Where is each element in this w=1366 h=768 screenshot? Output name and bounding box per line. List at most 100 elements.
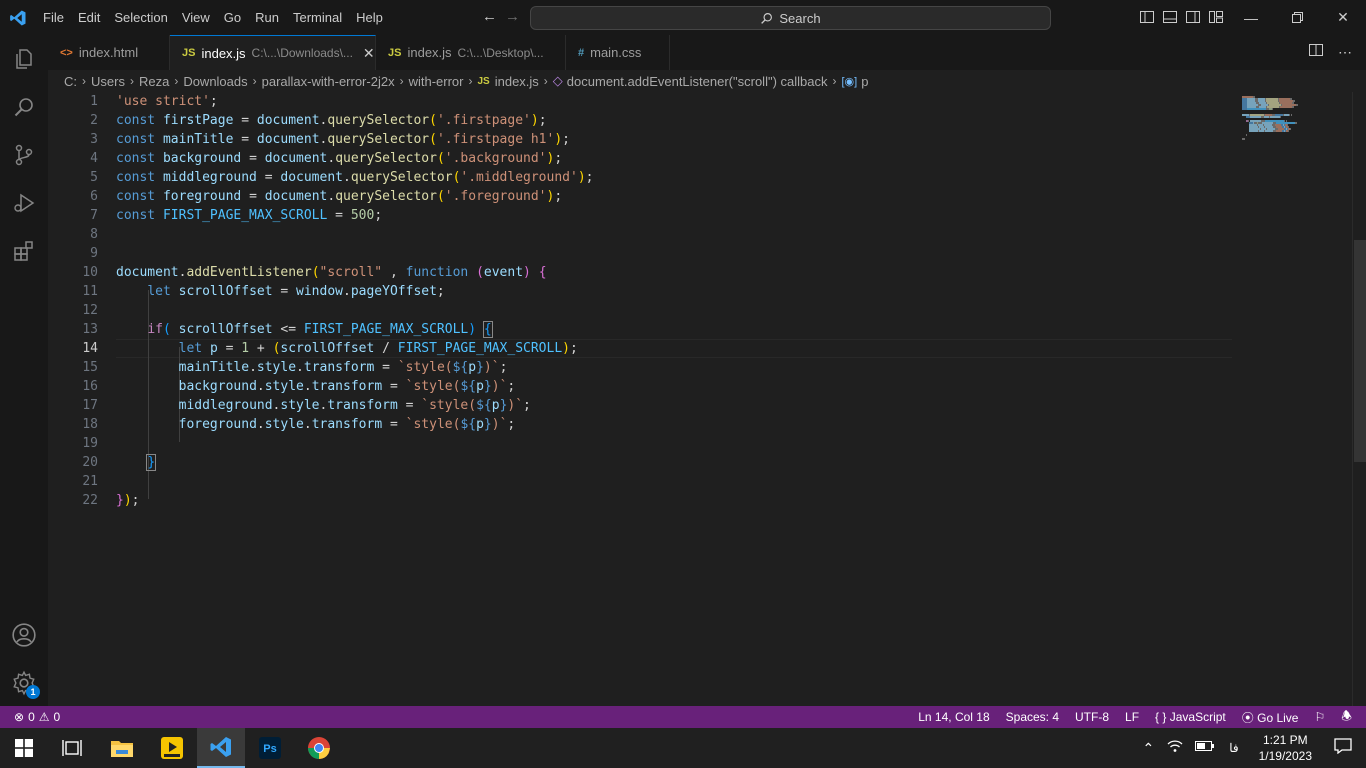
toggle-panel-icon[interactable]	[1162, 9, 1178, 25]
code-line[interactable]: const mainTitle = document.querySelector…	[116, 130, 570, 149]
back-arrow-icon[interactable]: ←	[482, 8, 497, 25]
split-editor-icon[interactable]	[1308, 42, 1324, 63]
code-token: 1	[241, 341, 250, 356]
code-line[interactable]: const background = document.querySelecto…	[116, 149, 562, 168]
code-editor[interactable]: 1 2 3 4 5 6 7 8 9 10 11 12 13 14 15 16 1…	[48, 92, 1366, 706]
manage-gear-icon[interactable]: 1	[0, 659, 48, 707]
indentation[interactable]: Spaces: 4	[998, 710, 1067, 724]
code-line[interactable]: let p = 1 + (scrollOffset / FIRST_PAGE_M…	[116, 339, 578, 358]
code-line[interactable]: foreground.style.transform = `style(${p}…	[116, 415, 516, 434]
menu-terminal[interactable]: Terminal	[286, 0, 349, 35]
code-token: {	[482, 321, 493, 338]
cursor-position[interactable]: Ln 14, Col 18	[910, 710, 997, 724]
toggle-primary-sidebar-icon[interactable]	[1139, 9, 1155, 25]
code-line[interactable]: });	[116, 491, 139, 510]
code-line[interactable]: const firstPage = document.querySelector…	[116, 111, 547, 130]
extensions-icon[interactable]	[0, 227, 48, 275]
code-token: )	[468, 322, 477, 337]
menu-selection[interactable]: Selection	[107, 0, 174, 35]
code-line[interactable]: mainTitle.style.transform = `style(${p})…	[116, 358, 508, 377]
minimap-segment	[1247, 108, 1266, 110]
run-debug-icon[interactable]	[0, 179, 48, 227]
go-live-button[interactable]: ⦿ Go Live	[1234, 709, 1307, 726]
menu-edit[interactable]: Edit	[71, 0, 107, 35]
breadcrumb-drive[interactable]: C:	[64, 74, 77, 89]
explorer-icon[interactable]	[0, 35, 48, 83]
breadcrumb-folder[interactable]: with-error	[409, 74, 464, 89]
restore-icon[interactable]	[1274, 0, 1320, 35]
vscode-taskbar-icon[interactable]	[197, 728, 245, 768]
code-line[interactable]: }	[116, 453, 157, 472]
menu-help[interactable]: Help	[349, 0, 390, 35]
code-token: <=	[272, 322, 304, 337]
chrome-icon[interactable]	[295, 728, 343, 768]
toggle-secondary-sidebar-icon[interactable]	[1185, 9, 1201, 25]
command-center-search[interactable]: Search	[530, 6, 1051, 30]
wifi-icon[interactable]	[1161, 739, 1189, 758]
minimap-segment	[1250, 116, 1261, 118]
task-view-icon[interactable]	[48, 728, 96, 768]
minimize-icon[interactable]: —	[1228, 0, 1274, 35]
minimap-segment	[1272, 108, 1273, 110]
scrollbar-thumb[interactable]	[1354, 240, 1366, 462]
potplayer-icon[interactable]	[148, 728, 196, 768]
breadcrumb-reza[interactable]: Reza	[139, 74, 169, 89]
tab-index-js-downloads[interactable]: JS index.js C:\...\Downloads\... ✕	[170, 35, 376, 70]
encoding[interactable]: UTF-8	[1067, 710, 1117, 724]
line-number: 22	[82, 493, 98, 508]
feedback-icon[interactable]: ⚐	[1306, 710, 1333, 724]
start-icon[interactable]	[0, 728, 48, 768]
code-line[interactable]: if( scrollOffset <= FIRST_PAGE_MAX_SCROL…	[116, 320, 493, 339]
code-line[interactable]: middleground.style.transform = `style(${…	[116, 396, 531, 415]
layout-controls	[1139, 9, 1224, 25]
customize-layout-icon[interactable]	[1208, 9, 1224, 25]
code-line[interactable]: let scrollOffset = window.pageYOffset;	[116, 282, 444, 301]
battery-icon[interactable]	[1189, 739, 1221, 757]
photoshop-icon[interactable]: Ps	[246, 728, 294, 768]
show-hidden-icons-icon[interactable]: ⌃	[1135, 740, 1161, 757]
more-actions-icon[interactable]: ⋯	[1338, 44, 1352, 61]
breadcrumb-project[interactable]: parallax-with-error-2j2x	[262, 74, 395, 89]
code-line[interactable]: const middleground = document.querySelec…	[116, 168, 593, 187]
tab-main-css[interactable]: # main.css	[566, 35, 670, 70]
tab-index-js-desktop[interactable]: JS index.js C:\...\Desktop\...	[376, 35, 566, 70]
menu-go[interactable]: Go	[217, 0, 248, 35]
minimap-segment	[1246, 134, 1247, 136]
source-control-icon[interactable]	[0, 131, 48, 179]
code-token: }	[483, 379, 492, 394]
minimap[interactable]	[1238, 92, 1352, 706]
search-sidebar-icon[interactable]	[0, 83, 48, 131]
code-token: p	[209, 341, 218, 356]
forward-arrow-icon[interactable]: →	[505, 8, 520, 25]
breadcrumb-variable[interactable]: p	[861, 74, 868, 89]
editor-scrollbar[interactable]	[1352, 92, 1366, 706]
problems-indicator[interactable]: ⊗ 0 ⚠ 0	[0, 710, 60, 724]
breadcrumb-file[interactable]: index.js	[495, 74, 539, 89]
line-number: 18	[82, 417, 98, 432]
breadcrumb-symbol[interactable]: document.addEventListener("scroll") call…	[567, 74, 828, 89]
input-language[interactable]: فا	[1221, 741, 1246, 755]
code-line[interactable]: const FIRST_PAGE_MAX_SCROLL = 500;	[116, 206, 382, 225]
notification-center-icon[interactable]	[1324, 737, 1366, 759]
system-tray: ⌃ فا 1:21 PM 1/19/2023	[1135, 728, 1366, 768]
tab-index-html[interactable]: <> index.html	[48, 35, 170, 70]
code-line[interactable]: 'use strict';	[116, 92, 226, 111]
breadcrumb-users[interactable]: Users	[91, 74, 125, 89]
close-window-icon[interactable]: ✕	[1320, 0, 1366, 35]
file-explorer-icon[interactable]	[98, 728, 146, 768]
menu-view[interactable]: View	[175, 0, 217, 35]
notifications-bell-icon[interactable]: 🕭	[1333, 707, 1360, 728]
language-mode[interactable]: { } JavaScript	[1147, 710, 1234, 724]
code-line[interactable]: document.addEventListener("scroll" , fun…	[116, 263, 547, 282]
accounts-icon[interactable]	[0, 611, 48, 659]
close-tab-icon[interactable]: ✕	[363, 45, 375, 62]
menu-file[interactable]: File	[36, 0, 71, 35]
clock[interactable]: 1:21 PM 1/19/2023	[1247, 732, 1324, 764]
menu-run[interactable]: Run	[248, 0, 286, 35]
code-line[interactable]: background.style.transform = `style(${p}…	[116, 377, 516, 396]
code-line[interactable]: const foreground = document.querySelecto…	[116, 187, 562, 206]
end-of-line[interactable]: LF	[1117, 710, 1147, 724]
breadcrumb-downloads[interactable]: Downloads	[183, 74, 247, 89]
css-file-icon: #	[578, 46, 585, 59]
